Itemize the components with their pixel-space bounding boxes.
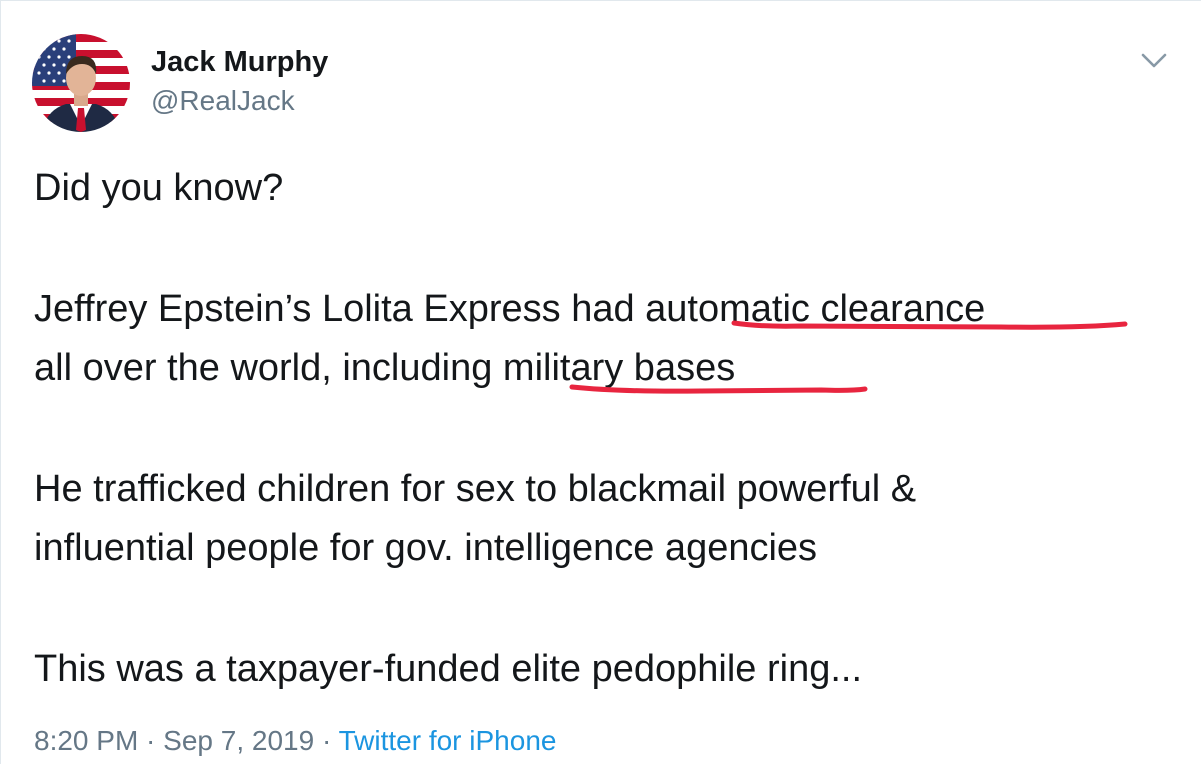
- highlighted-phrase-clearance: automatic clearance: [645, 288, 986, 330]
- tweet-line: Jeffrey Epstein’s Lolita Express had aut…: [34, 280, 1174, 339]
- tweet-source-link[interactable]: Twitter for iPhone: [339, 725, 557, 756]
- chevron-down-icon[interactable]: [1138, 49, 1170, 73]
- tweet-text-segment: Jeffrey Epstein’s Lolita Express had: [34, 288, 646, 330]
- tweet-card: Jack Murphy @RealJack Did you know? Jeff…: [0, 0, 1201, 764]
- author-display-name[interactable]: Jack Murphy: [151, 44, 328, 80]
- tweet-time[interactable]: 8:20 PM: [34, 725, 138, 756]
- tweet-text: Did you know? Jeffrey Epstein’s Lolita E…: [34, 159, 1174, 699]
- tweet-metadata: 8:20 PM · Sep 7, 2019 · Twitter for iPho…: [34, 723, 556, 759]
- tweet-date[interactable]: Sep 7, 2019: [163, 725, 314, 756]
- avatar[interactable]: [32, 34, 130, 132]
- tweet-line: all over the world, including military b…: [34, 339, 1174, 398]
- tweet-line: This was a taxpayer-funded elite pedophi…: [34, 648, 863, 690]
- tweet-line: influential people for gov. intelligence…: [34, 527, 818, 569]
- tweet-line: Did you know?: [34, 167, 284, 209]
- meta-separator: ·: [138, 725, 164, 756]
- tweet-text-segment: all over the world, including: [34, 347, 503, 389]
- meta-separator: ·: [314, 725, 339, 756]
- tweet-line: He trafficked children for sex to blackm…: [34, 468, 917, 510]
- author-handle[interactable]: @RealJack: [151, 83, 295, 119]
- highlighted-phrase-military: military bases: [502, 347, 736, 389]
- avatar-image: [32, 34, 130, 132]
